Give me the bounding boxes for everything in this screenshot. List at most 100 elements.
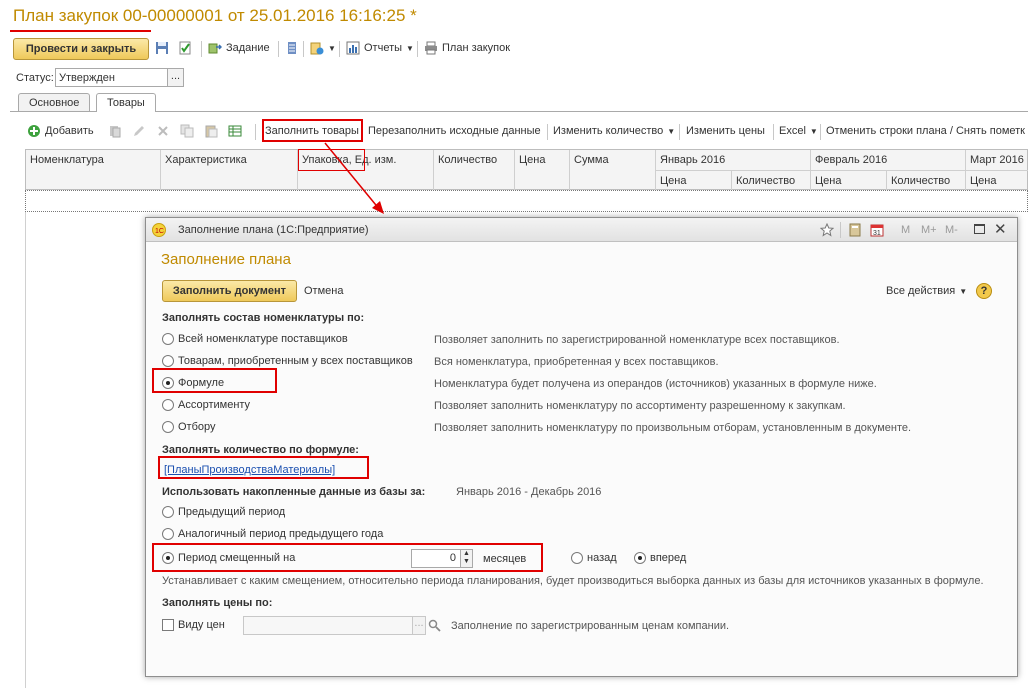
column-february[interactable]: Февраль 2016 bbox=[815, 154, 887, 166]
radio-same-period[interactable] bbox=[162, 528, 174, 540]
table-row[interactable] bbox=[25, 190, 1028, 212]
column-march[interactable]: Март 2016 bbox=[970, 154, 1024, 166]
option-description: Вся номенклатура, приобретенная у всех п… bbox=[434, 356, 719, 368]
table-icon[interactable] bbox=[228, 124, 242, 138]
option-all-suppliers[interactable]: Всей номенклатуре поставщиков bbox=[162, 333, 348, 345]
column-march-price[interactable]: Цена bbox=[970, 175, 996, 187]
shift-description: Устанавливает с каким смещением, относит… bbox=[162, 575, 984, 587]
cancel-plan-rows-button[interactable]: Отменить строки плана / Снять пометк bbox=[826, 125, 1025, 137]
calculator-icon[interactable] bbox=[848, 223, 862, 237]
tab-goods[interactable]: Товары bbox=[96, 93, 156, 112]
column-january-price[interactable]: Цена bbox=[660, 175, 686, 187]
reports-icon bbox=[346, 41, 360, 55]
save-button[interactable] bbox=[155, 41, 169, 55]
column-january[interactable]: Январь 2016 bbox=[660, 154, 725, 166]
column-february-qty[interactable]: Количество bbox=[891, 175, 950, 187]
section-history-title: Использовать накопленные данные из базы … bbox=[162, 486, 426, 498]
chevron-down-icon: ▼ bbox=[406, 43, 414, 53]
calendar-icon[interactable]: 31 bbox=[870, 223, 884, 237]
change-prices-button[interactable]: Изменить цены bbox=[686, 125, 765, 137]
radio-all-suppliers[interactable] bbox=[162, 333, 174, 345]
close-icon[interactable]: ✕ bbox=[994, 220, 1007, 238]
copy-icon[interactable] bbox=[180, 124, 194, 138]
radio-filter[interactable] bbox=[162, 421, 174, 433]
status-field[interactable]: Утвержден bbox=[55, 68, 168, 87]
highlight-formula-option bbox=[152, 368, 277, 393]
create-based-on-button[interactable]: ▼ bbox=[310, 41, 336, 55]
post-and-close-button[interactable]: Провести и закрыть bbox=[13, 38, 149, 60]
option-label: Предыдущий период bbox=[178, 506, 286, 518]
option-same-period-last-year[interactable]: Аналогичный период предыдущего года bbox=[162, 528, 383, 540]
column-sum[interactable]: Сумма bbox=[574, 154, 609, 166]
column-quantity[interactable]: Количество bbox=[438, 154, 497, 166]
table-left-border bbox=[25, 212, 26, 688]
chevron-down-icon: ▼ bbox=[809, 126, 818, 136]
radio-back[interactable] bbox=[571, 552, 583, 564]
copy-row-icon[interactable] bbox=[108, 124, 122, 138]
column-price[interactable]: Цена bbox=[519, 154, 545, 166]
purchase-plan-print-button[interactable]: План закупок bbox=[424, 41, 510, 55]
dialog-titlebar: 1C Заполнение плана (1С:Предприятие) 31 … bbox=[146, 218, 1017, 242]
radio-forward[interactable] bbox=[634, 552, 646, 564]
reports-label: Отчеты bbox=[364, 42, 403, 54]
column-nomenclature[interactable]: Номенклатура bbox=[30, 154, 104, 166]
option-purchased-goods[interactable]: Товарам, приобретенным у всех поставщико… bbox=[162, 355, 413, 367]
toolbar-separator bbox=[303, 41, 304, 57]
option-label: Ассортименту bbox=[178, 399, 251, 411]
search-icon[interactable] bbox=[428, 619, 441, 632]
tab-main[interactable]: Основное bbox=[18, 93, 91, 111]
task-button[interactable]: Задание bbox=[208, 41, 270, 55]
reports-menu[interactable]: Отчеты ▼ bbox=[346, 41, 414, 55]
add-button[interactable]: Добавить bbox=[27, 124, 94, 138]
price-type-choose-button[interactable]: ... bbox=[412, 616, 426, 635]
change-quantity-menu[interactable]: Изменить количество ▼ bbox=[553, 125, 675, 137]
purchase-plan-label: План закупок bbox=[442, 42, 511, 54]
grid-subheader-line bbox=[655, 170, 1028, 171]
maximize-icon[interactable] bbox=[974, 224, 985, 234]
price-type-checkbox[interactable] bbox=[162, 619, 174, 631]
add-icon bbox=[28, 125, 40, 137]
option-previous-period[interactable]: Предыдущий период bbox=[162, 506, 285, 518]
radio-previous-period[interactable] bbox=[162, 506, 174, 518]
option-assortment[interactable]: Ассортименту bbox=[162, 399, 250, 411]
paste-icon[interactable] bbox=[204, 124, 218, 138]
favorite-icon[interactable] bbox=[820, 223, 834, 237]
column-characteristic[interactable]: Характеристика bbox=[165, 154, 247, 166]
delete-icon[interactable] bbox=[156, 124, 170, 138]
title-underline bbox=[10, 30, 151, 32]
status-choose-button[interactable]: ... bbox=[167, 68, 184, 87]
grid-divider bbox=[886, 170, 887, 190]
option-description: Позволяет заполнить номенклатуру по прои… bbox=[434, 422, 912, 434]
price-type-option[interactable]: Виду цен bbox=[162, 619, 225, 631]
option-label: назад bbox=[587, 552, 617, 564]
option-filter[interactable]: Отбору bbox=[162, 421, 216, 433]
column-february-price[interactable]: Цена bbox=[815, 175, 841, 187]
radio-purchased-goods[interactable] bbox=[162, 355, 174, 367]
create-based-icon bbox=[310, 42, 324, 55]
memory-minus-button[interactable]: M- bbox=[945, 224, 958, 236]
column-january-qty[interactable]: Количество bbox=[736, 175, 795, 187]
option-forward[interactable]: вперед bbox=[634, 552, 686, 564]
edit-icon[interactable] bbox=[132, 124, 146, 138]
excel-menu[interactable]: Excel ▼ bbox=[779, 125, 818, 137]
post-button[interactable] bbox=[178, 41, 192, 55]
price-type-field[interactable] bbox=[243, 616, 413, 635]
grid-divider bbox=[433, 150, 434, 190]
printer-icon bbox=[425, 41, 437, 55]
option-label: Всей номенклатуре поставщиков bbox=[178, 333, 348, 345]
all-actions-label: Все действия bbox=[886, 285, 956, 297]
memory-button[interactable]: M bbox=[901, 224, 910, 236]
memory-plus-button[interactable]: M+ bbox=[921, 224, 937, 236]
option-back[interactable]: назад bbox=[571, 552, 617, 564]
structure-button[interactable] bbox=[285, 41, 299, 55]
refill-source-data-button[interactable]: Перезаполнить исходные данные bbox=[368, 125, 541, 137]
goods-table-header: Номенклатура Характеристика Упаковка, Ед… bbox=[25, 149, 1028, 190]
toolbar-separator bbox=[679, 124, 680, 140]
help-icon[interactable]: ? bbox=[976, 283, 992, 299]
fill-document-button[interactable]: Заполнить документ bbox=[162, 280, 297, 302]
cancel-button[interactable]: Отмена bbox=[304, 285, 343, 297]
radio-assortment[interactable] bbox=[162, 399, 174, 411]
all-actions-menu[interactable]: Все действия ▼ bbox=[886, 285, 967, 297]
add-label: Добавить bbox=[45, 125, 94, 137]
dialog-heading: Заполнение плана bbox=[161, 251, 291, 268]
